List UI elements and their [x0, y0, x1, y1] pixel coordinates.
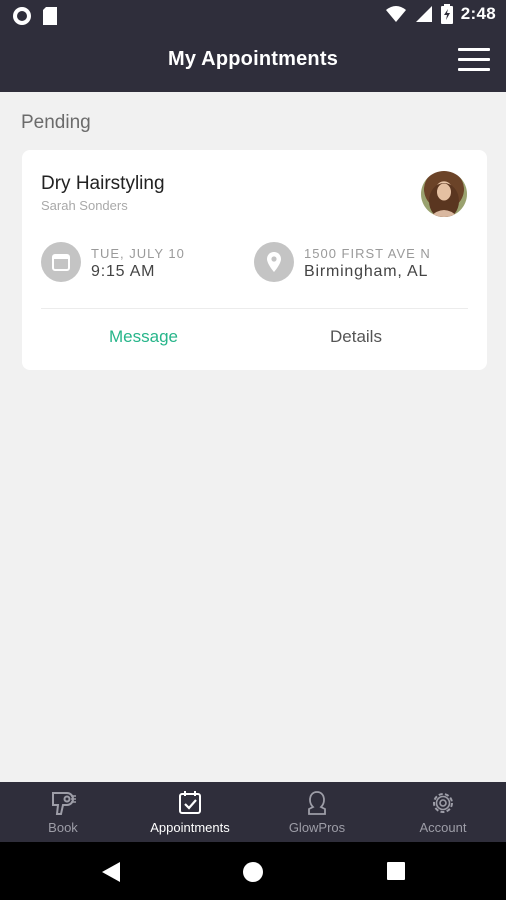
- back-icon[interactable]: [101, 861, 121, 883]
- home-icon[interactable]: [242, 861, 264, 883]
- address-line2: Birmingham, AL: [304, 263, 429, 280]
- appointment-date: TUE, JULY 10: [91, 246, 185, 261]
- hamburger-menu-icon[interactable]: [458, 48, 492, 74]
- wifi-icon: [385, 6, 406, 22]
- status-bar: 2:48: [0, 0, 506, 32]
- calendar-check-icon: [179, 791, 201, 814]
- appointment-time: 9:15 AM: [91, 263, 156, 280]
- cell-signal-icon: [415, 6, 432, 22]
- stylist-name: Sarah Sonders: [41, 198, 128, 213]
- card-divider: [41, 308, 468, 309]
- person-silhouette-icon: [308, 791, 326, 815]
- nav-item-account[interactable]: Account: [380, 790, 506, 835]
- recents-icon[interactable]: [386, 861, 406, 881]
- circle-notification-icon: [13, 7, 31, 25]
- gear-icon: [433, 793, 453, 813]
- nav-item-glowpros[interactable]: GlowPros: [254, 790, 380, 835]
- sd-card-icon: [43, 7, 57, 25]
- address-line1: 1500 FIRST AVE N: [304, 246, 431, 261]
- details-button[interactable]: Details: [330, 327, 382, 347]
- message-button[interactable]: Message: [109, 327, 178, 347]
- nav-item-appointments[interactable]: Appointments: [127, 790, 253, 835]
- hair-dryer-icon: [52, 792, 76, 815]
- page-title: My Appointments: [167, 48, 339, 70]
- nav-label-book: Book: [48, 820, 78, 835]
- app-header: My Appointments: [0, 32, 506, 92]
- nav-label-account: Account: [419, 820, 467, 835]
- status-time: 2:48: [460, 4, 496, 23]
- system-nav-bar: [0, 842, 506, 900]
- calendar-icon: [41, 242, 81, 282]
- service-title: Dry Hairstyling: [41, 173, 165, 194]
- nav-label-appointments: Appointments: [150, 820, 230, 835]
- section-label-pending: Pending: [21, 112, 91, 133]
- nav-item-book[interactable]: Book: [0, 790, 126, 835]
- appointment-card[interactable]: Dry Hairstyling Sarah Sonders TUE, JULY …: [22, 150, 487, 370]
- stylist-avatar[interactable]: [421, 171, 467, 217]
- bottom-nav: Book Appointments GlowPros Account: [0, 782, 506, 842]
- battery-icon: [440, 4, 453, 24]
- nav-label-glowpros: GlowPros: [288, 820, 346, 835]
- location-pin-icon: [254, 242, 294, 282]
